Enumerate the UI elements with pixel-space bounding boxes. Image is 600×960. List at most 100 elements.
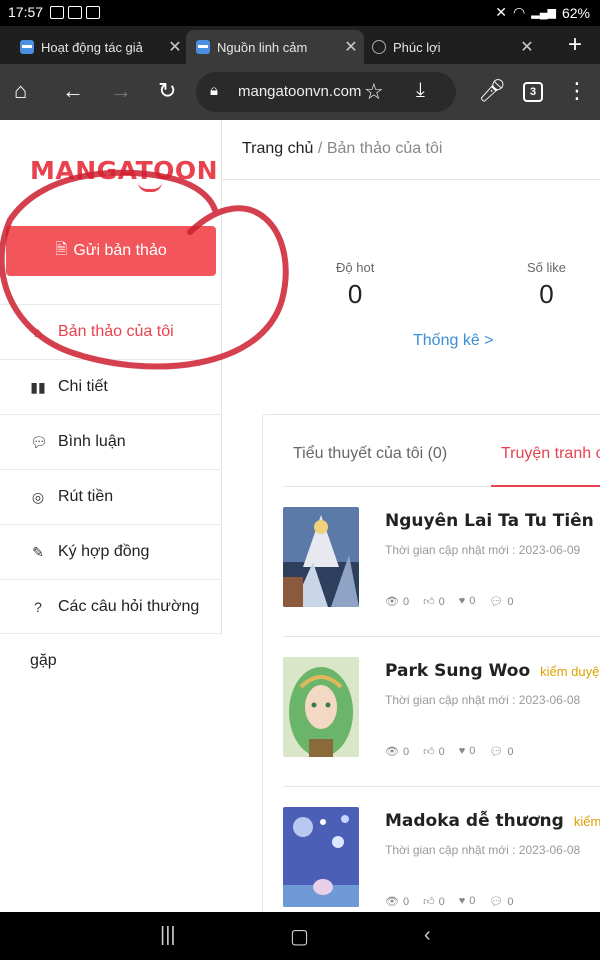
hot-value: 0 bbox=[347, 279, 363, 309]
new-tab-icon[interactable]: + bbox=[568, 31, 582, 59]
tab-title: Phúc lợi bbox=[393, 39, 441, 55]
wifi-icon: ◠ bbox=[513, 4, 526, 20]
close-tab-icon[interactable]: ✕ bbox=[162, 37, 188, 57]
lock-icon: 🔒︎ bbox=[210, 82, 218, 99]
sidebar-item-details[interactable]: ▮▮ Chi tiết bbox=[0, 359, 222, 414]
back-arrow-icon[interactable]: ← bbox=[62, 77, 84, 105]
work-item[interactable]: Park Sung Woo kiểm duyệt Thời gian cập nh… bbox=[283, 637, 600, 787]
document-icon: 🗎︎ bbox=[55, 240, 68, 258]
statistics-link[interactable]: Thống kê > bbox=[413, 332, 494, 350]
update-time: Thời gian cập nhật mới : 2023-06-08 bbox=[385, 693, 581, 707]
home-icon[interactable]: ⌂ bbox=[14, 77, 27, 105]
likes-count: 0 bbox=[438, 596, 445, 608]
hearts-count: 0 bbox=[469, 595, 476, 607]
cover-image[interactable] bbox=[283, 657, 359, 757]
sidebar-item-withdraw[interactable]: ◎ Rút tiền bbox=[0, 469, 222, 524]
reload-icon[interactable]: ↻ bbox=[158, 77, 176, 105]
close-tab-icon[interactable]: ✕ bbox=[514, 37, 540, 57]
breadcrumb-separator: / bbox=[317, 140, 323, 157]
sidebar-item-faq[interactable]: ? Các câu hỏi thường bbox=[0, 579, 222, 634]
tab-title: Nguồn linh cảm bbox=[217, 39, 308, 55]
comment-icon: 💬︎ bbox=[30, 433, 48, 450]
breadcrumb-home-link[interactable]: Trang chủ bbox=[242, 140, 313, 157]
views-count: 0 bbox=[402, 746, 410, 758]
sidebar-item-contract[interactable]: ✎ Ký hợp đồng bbox=[0, 524, 222, 579]
mangatoon-logo[interactable]: MANGATOON bbox=[30, 156, 218, 185]
forward-arrow-icon[interactable]: → bbox=[110, 77, 132, 105]
tab-count-button[interactable]: 3 bbox=[523, 82, 543, 102]
comments-count: 0 bbox=[507, 896, 514, 908]
browser-tab-active[interactable]: Nguồn linh cảm ✕ bbox=[186, 30, 364, 64]
work-stats: 👁︎ 0 👍︎ 0 ♥ 0 💬︎ 0 bbox=[385, 745, 513, 758]
hearts-count: 0 bbox=[469, 745, 476, 757]
site-favicon-icon bbox=[196, 40, 210, 54]
review-badge: kiểm duyệt bbox=[540, 664, 600, 679]
work-title[interactable]: Park Sung Woo kiểm duyệt bbox=[385, 661, 600, 681]
browser-tab[interactable]: Phúc lợi ✕ bbox=[362, 30, 540, 64]
sidebar-item-label: Rút tiền bbox=[58, 488, 114, 505]
breadcrumb-current: Bản thảo của tôi bbox=[326, 140, 443, 157]
notification-icons bbox=[50, 6, 100, 19]
app-icon bbox=[68, 6, 82, 19]
heart-icon: ♥ bbox=[458, 595, 466, 607]
likes-count: 0 bbox=[438, 746, 445, 758]
comment-icon: 💬︎ bbox=[489, 596, 504, 608]
submit-draft-button[interactable]: 🗎︎ Gửi bản thảo bbox=[6, 226, 216, 276]
hot-stat: Độ hot 0 bbox=[336, 260, 374, 310]
thumbs-up-icon: 👍︎ bbox=[423, 746, 435, 758]
tab-my-novels[interactable]: Tiểu thuyết của tôi (0) bbox=[293, 445, 447, 463]
bookmark-star-icon[interactable]: ☆ bbox=[364, 79, 384, 105]
download-icon[interactable]: ⤓ bbox=[416, 79, 425, 102]
system-icons: ✕ ◠ ▂▄▆ 62% bbox=[495, 4, 590, 21]
status-bar: 17:57 ✕ ◠ ▂▄▆ 62% bbox=[0, 0, 600, 26]
work-stats: 👁︎ 0 👍︎ 0 ♥ 0 💬︎ 0 bbox=[385, 895, 513, 908]
work-stats: 👁︎ 0 👍︎ 0 ♥ 0 💬︎ 0 bbox=[385, 595, 513, 608]
sidebar-item-label: Các câu hỏi thường bbox=[58, 597, 200, 615]
works-tabs: Tiểu thuyết của tôi (0) Truyện tranh c bbox=[283, 435, 600, 487]
thumbs-up-icon: 👍︎ bbox=[423, 896, 435, 908]
breadcrumb: Trang chủ / Bản thảo của tôi bbox=[222, 120, 600, 180]
likes-count: 0 bbox=[438, 896, 445, 908]
home-icon: ⌂ bbox=[33, 324, 43, 340]
review-badge: kiểm du bbox=[573, 814, 600, 829]
home-button-icon[interactable]: ▢ bbox=[290, 924, 309, 949]
edit-icon: ✎ bbox=[32, 543, 44, 560]
logo-smile-mark bbox=[138, 182, 162, 192]
menu-dots-icon[interactable]: ⋮ bbox=[566, 77, 588, 105]
browser-tab[interactable]: Hoạt động tác giả ✕ bbox=[10, 30, 188, 64]
recent-apps-icon[interactable]: ||| bbox=[160, 924, 176, 947]
sidebar-item-comments[interactable]: 💬︎ Bình luận bbox=[0, 414, 222, 469]
like-stat: Số like 0 bbox=[527, 260, 566, 310]
browser-tab-strip: Hoạt động tác giả ✕ Nguồn linh cảm ✕ Phú… bbox=[0, 26, 600, 64]
heart-icon: ♥ bbox=[458, 745, 466, 757]
work-title-text: Nguyên Lai Ta Tu Tiên Đại bbox=[385, 511, 600, 531]
address-bar[interactable]: 🔒︎ mangatoonvn.com ☆ ⤓ bbox=[196, 72, 456, 112]
question-icon: ? bbox=[34, 598, 42, 615]
signal-icon: ▂▄▆ bbox=[531, 7, 556, 19]
eye-icon: 👁︎ bbox=[385, 896, 399, 908]
globe-icon bbox=[372, 40, 386, 54]
comment-icon: 💬︎ bbox=[489, 896, 504, 908]
work-title[interactable]: Nguyên Lai Ta Tu Tiên Đại bbox=[385, 511, 600, 531]
submit-draft-label: Gửi bản thảo bbox=[73, 242, 167, 259]
cover-image[interactable] bbox=[283, 807, 359, 907]
close-tab-icon[interactable]: ✕ bbox=[338, 37, 364, 57]
work-title[interactable]: Madoka dễ thương kiểm du bbox=[385, 811, 600, 831]
eye-icon: 👁︎ bbox=[385, 596, 399, 608]
work-item[interactable]: Nguyên Lai Ta Tu Tiên Đại Thời gian cập … bbox=[283, 487, 600, 637]
tab-my-comics[interactable]: Truyện tranh c bbox=[501, 445, 600, 463]
mute-icon: ✕ bbox=[495, 4, 508, 20]
sidebar-item-my-drafts[interactable]: ⌂ Bản thảo của tôi bbox=[0, 304, 222, 359]
cover-image[interactable] bbox=[283, 507, 359, 607]
microphone-icon[interactable]: 🎤︎ bbox=[478, 77, 506, 105]
views-count: 0 bbox=[402, 596, 410, 608]
app-icon bbox=[86, 6, 100, 19]
coin-icon: ◎ bbox=[31, 488, 45, 505]
url-text[interactable]: mangatoonvn.com bbox=[238, 83, 361, 100]
work-item[interactable]: Madoka dễ thương kiểm du Thời gian cập nh… bbox=[283, 787, 600, 912]
comments-count: 0 bbox=[507, 596, 514, 608]
sidebar-overflow-text: gặp bbox=[30, 652, 57, 669]
eye-icon: 👁︎ bbox=[385, 746, 399, 758]
back-button-icon[interactable]: ‹ bbox=[424, 924, 431, 947]
battery-text: 62% bbox=[561, 4, 590, 21]
